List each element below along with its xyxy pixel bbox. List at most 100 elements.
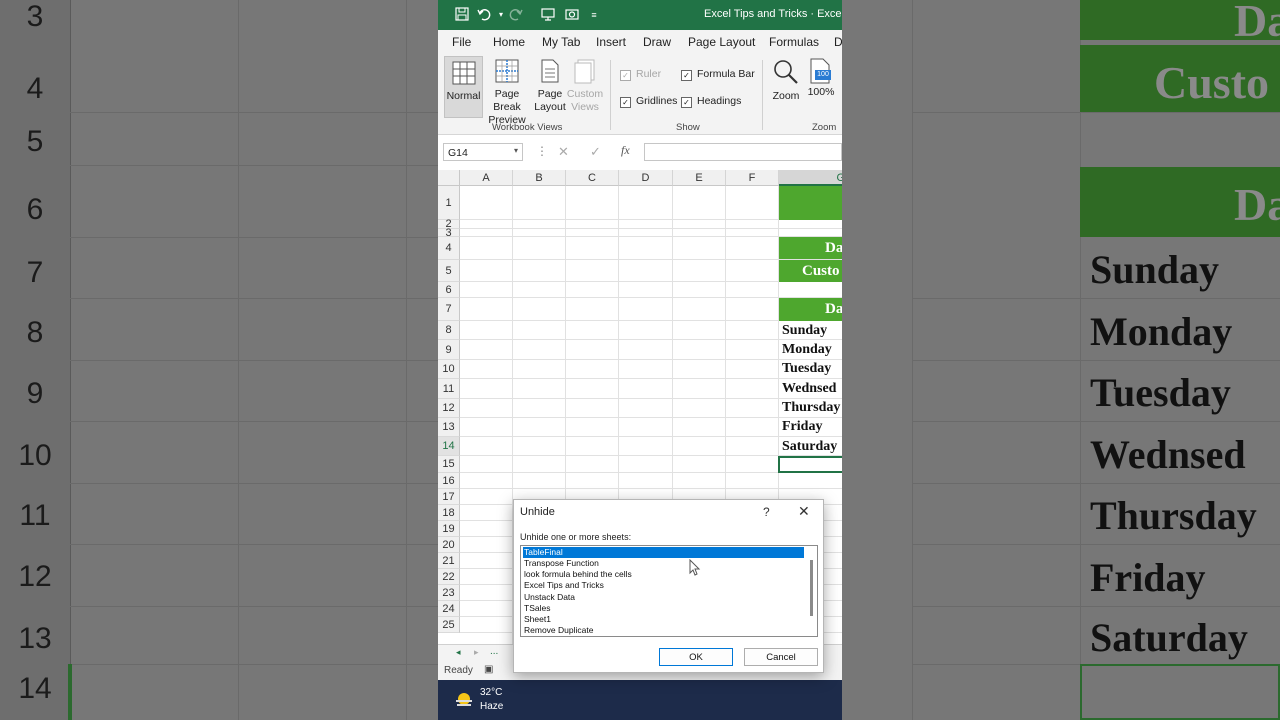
normal-view-button[interactable]: Normal	[444, 56, 483, 118]
tab-file[interactable]: File	[452, 35, 471, 49]
scroll-sheets-right-icon[interactable]: ▸	[474, 647, 479, 658]
tab-formulas[interactable]: Formulas	[769, 35, 819, 49]
background-gridline	[70, 360, 438, 361]
cell-g1[interactable]	[779, 186, 842, 220]
row-header-19[interactable]: 19	[438, 521, 460, 537]
show-group-label: Show	[676, 122, 700, 133]
listbox-scrollbar[interactable]	[810, 560, 813, 616]
confirm-entry-icon[interactable]: ✓	[590, 144, 601, 160]
save-icon[interactable]	[454, 7, 470, 23]
column-header-b[interactable]: B	[513, 170, 566, 186]
cell-g9[interactable]: Tuesday	[782, 361, 831, 377]
more-sheets-button[interactable]: ...	[490, 646, 498, 657]
row-header-15[interactable]: 15	[438, 456, 460, 473]
list-item[interactable]: look formula behind the cells	[523, 569, 804, 580]
row-header-16[interactable]: 16	[438, 473, 460, 489]
row-header-11[interactable]: 11	[438, 379, 460, 399]
camera-icon[interactable]	[564, 7, 580, 23]
ok-button[interactable]: OK	[659, 648, 733, 666]
tab-data[interactable]: D	[834, 35, 842, 49]
cell-g6[interactable]: Da	[779, 298, 842, 321]
list-item[interactable]: Remove Duplicate	[523, 625, 804, 636]
cell-g11[interactable]: Thursday	[782, 400, 840, 416]
name-box[interactable]: G14	[443, 143, 523, 161]
column-header-f[interactable]: F	[726, 170, 779, 186]
custom-views-button[interactable]: Custom Views	[566, 58, 604, 114]
row-header-12[interactable]: 12	[438, 399, 460, 418]
row-header-13[interactable]: 13	[438, 418, 460, 437]
page-layout-view-button[interactable]: Page Layout	[534, 58, 566, 114]
macro-record-icon[interactable]: ▣	[484, 664, 493, 675]
row-header-4[interactable]: 4	[438, 237, 460, 260]
gridline-horizontal	[460, 228, 842, 229]
redo-icon[interactable]	[508, 7, 524, 23]
cancel-entry-icon[interactable]: ✕	[558, 144, 569, 160]
list-item[interactable]: TSales	[523, 603, 804, 614]
gridline-horizontal	[460, 339, 842, 340]
column-header-g[interactable]: G	[779, 170, 842, 186]
tab-page-layout[interactable]: Page Layout	[688, 35, 755, 49]
column-header-a[interactable]: A	[460, 170, 513, 186]
cell-g3[interactable]: Da	[779, 237, 842, 259]
more-options-icon[interactable]: ⋮	[536, 144, 548, 158]
cell-g10[interactable]: Wednsed	[782, 381, 836, 397]
row-header-22[interactable]: 22	[438, 569, 460, 585]
cell-g12[interactable]: Friday	[782, 419, 822, 435]
row-header-18[interactable]: 18	[438, 505, 460, 521]
present-icon[interactable]	[540, 7, 556, 23]
row-header-23[interactable]: 23	[438, 585, 460, 601]
row-header-1[interactable]: 1	[438, 186, 460, 220]
list-item[interactable]: Unstack Data	[523, 592, 804, 603]
undo-icon[interactable]	[476, 7, 492, 23]
tab-draw[interactable]: Draw	[643, 35, 671, 49]
headings-checkbox[interactable]: ✓ Headings	[681, 95, 741, 108]
row-header-7[interactable]: 7	[438, 298, 460, 321]
list-item[interactable]: Excel Tips and Tricks	[523, 580, 804, 591]
insert-function-icon[interactable]: fx	[621, 143, 630, 158]
undo-dropdown-icon[interactable]: ▾	[493, 7, 509, 23]
row-header-10[interactable]: 10	[438, 360, 460, 379]
tab-my-tab[interactable]: My Tab	[542, 35, 580, 49]
row-header-5[interactable]: 5	[438, 260, 460, 282]
row-header-21[interactable]: 21	[438, 553, 460, 569]
cell-g4[interactable]: Custo	[779, 260, 842, 282]
row-header-25[interactable]: 25	[438, 617, 460, 633]
cancel-button[interactable]: Cancel	[744, 648, 818, 666]
list-item[interactable]: Transpose Function	[523, 558, 804, 569]
formula-input[interactable]	[644, 143, 842, 161]
page-layout-label-2: Layout	[534, 101, 566, 113]
column-header-e[interactable]: E	[673, 170, 726, 186]
row-header-9[interactable]: 9	[438, 340, 460, 360]
row-header-3[interactable]: 3	[438, 228, 460, 239]
help-icon[interactable]: ?	[763, 505, 770, 519]
cell-g8[interactable]: Monday	[782, 342, 832, 358]
close-icon[interactable]: ✕	[798, 503, 810, 520]
cell-g7[interactable]: Sunday	[782, 323, 827, 339]
sheet-listbox[interactable]: TableFinal Transpose Function look formu…	[520, 545, 818, 637]
row-header-24[interactable]: 24	[438, 601, 460, 617]
select-all-corner[interactable]	[438, 170, 460, 186]
ruler-checkbox[interactable]: ✓ Ruler	[620, 68, 661, 81]
list-item[interactable]: Sheet1	[523, 614, 804, 625]
page-break-preview-button[interactable]: Page Break Preview	[481, 58, 533, 127]
weather-haze-icon[interactable]	[454, 689, 474, 709]
column-header-c[interactable]: C	[566, 170, 619, 186]
name-box-dropdown-icon[interactable]: ▾	[514, 146, 518, 155]
column-header-d[interactable]: D	[619, 170, 673, 186]
row-header-14[interactable]: 14	[438, 437, 460, 456]
row-header-8[interactable]: 8	[438, 321, 460, 340]
zoom-button[interactable]: Zoom	[768, 58, 804, 103]
formula-bar-checkbox[interactable]: ✓ Formula Bar	[681, 68, 755, 81]
gridlines-checkbox[interactable]: ✓ Gridlines	[620, 95, 677, 108]
list-item[interactable]: TableFinal	[523, 547, 804, 558]
zoom-100-button[interactable]: 100 100%	[806, 58, 836, 99]
row-header-17[interactable]: 17	[438, 489, 460, 505]
row-header-20[interactable]: 20	[438, 537, 460, 553]
selected-cell-g14[interactable]	[778, 456, 842, 473]
customize-icon[interactable]: ≡	[586, 7, 602, 23]
cell-g13[interactable]: Saturday	[782, 439, 837, 455]
tab-insert[interactable]: Insert	[596, 35, 626, 49]
tab-home[interactable]: Home	[493, 35, 525, 49]
row-header-6[interactable]: 6	[438, 282, 460, 298]
scroll-sheets-left-icon[interactable]: ◂	[456, 647, 461, 658]
